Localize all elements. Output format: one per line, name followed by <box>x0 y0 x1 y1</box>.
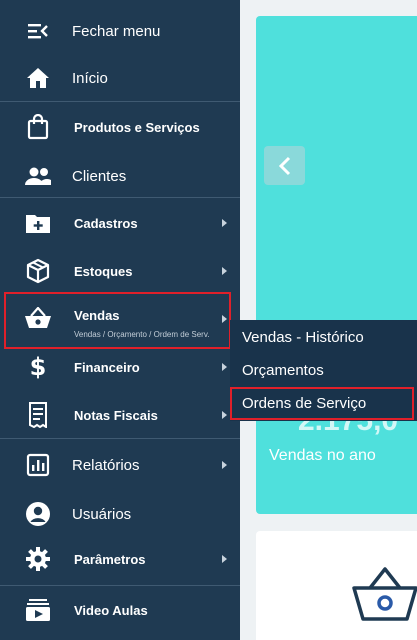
sidebar-item-fechar-menu[interactable]: Fechar menu <box>0 8 240 54</box>
sidebar-item-notas-fiscais[interactable]: Notas Fiscais <box>0 392 240 438</box>
sidebar-item-relatorios[interactable]: Relatórios <box>0 442 240 488</box>
menu-collapse-icon <box>24 17 52 45</box>
chevron-right-icon <box>222 219 227 227</box>
sidebar: Fechar menu Início Produtos e Serviços C… <box>0 0 240 640</box>
sidebar-item-video-aulas[interactable]: Video Aulas <box>0 587 240 633</box>
chevron-right-icon <box>222 363 227 371</box>
sidebar-item-financeiro[interactable]: $ Financeiro <box>0 344 240 390</box>
sidebar-item-cadastros[interactable]: Cadastros <box>0 200 240 246</box>
divider <box>0 101 240 102</box>
divider <box>0 585 240 586</box>
sidebar-item-label: Video Aulas <box>74 602 148 618</box>
folder-plus-icon <box>24 209 52 237</box>
sidebar-item-inicio[interactable]: Início <box>0 55 240 101</box>
home-icon <box>24 64 52 92</box>
box-icon <box>24 257 52 285</box>
basket-icon <box>352 566 417 627</box>
chevron-right-icon <box>222 411 227 419</box>
highlight-box <box>230 387 414 420</box>
dollar-icon: $ <box>29 353 47 381</box>
sidebar-item-label: Fechar menu <box>72 22 161 40</box>
receipt-icon <box>24 401 52 429</box>
submenu-item-vendas-historico[interactable]: Vendas - Histórico <box>242 329 364 346</box>
chevron-right-icon <box>222 461 227 469</box>
chart-icon <box>24 451 52 479</box>
sidebar-item-estoques[interactable]: Estoques <box>0 248 240 294</box>
users-icon <box>24 162 52 190</box>
sidebar-item-label: Parâmetros <box>74 551 146 567</box>
chevron-left-icon <box>278 156 290 175</box>
submenu-item-orcamentos[interactable]: Orçamentos <box>242 362 324 379</box>
sidebar-item-label: Início <box>72 69 108 87</box>
video-icon <box>24 596 52 624</box>
sidebar-item-label: Cadastros <box>74 215 138 231</box>
sidebar-item-label: Relatórios <box>72 456 140 474</box>
sales-card <box>256 16 417 514</box>
sidebar-item-label: Clientes <box>72 167 127 185</box>
sidebar-item-parametros[interactable]: Parâmetros <box>0 536 240 582</box>
sidebar-item-label: Financeiro <box>74 359 140 375</box>
gear-icon <box>24 545 52 573</box>
divider <box>0 438 240 439</box>
sidebar-item-clientes[interactable]: Clientes <box>0 153 240 199</box>
sales-card-label: Vendas no ano <box>269 447 376 464</box>
shopping-bag-icon <box>24 113 52 141</box>
chevron-right-icon <box>222 555 227 563</box>
divider <box>0 197 240 198</box>
sidebar-item-produtos-servicos[interactable]: Produtos e Serviços <box>0 104 240 150</box>
highlight-box <box>4 292 231 349</box>
chevron-right-icon <box>222 267 227 275</box>
sidebar-item-label: Estoques <box>74 263 133 279</box>
sidebar-item-usuarios[interactable]: Usuários <box>0 491 240 537</box>
sidebar-item-label: Notas Fiscais <box>74 407 158 423</box>
sidebar-item-label: Produtos e Serviços <box>74 119 200 135</box>
sidebar-item-label: Usuários <box>72 505 132 523</box>
carousel-prev-button[interactable] <box>264 146 305 185</box>
user-circle-icon <box>24 500 52 528</box>
